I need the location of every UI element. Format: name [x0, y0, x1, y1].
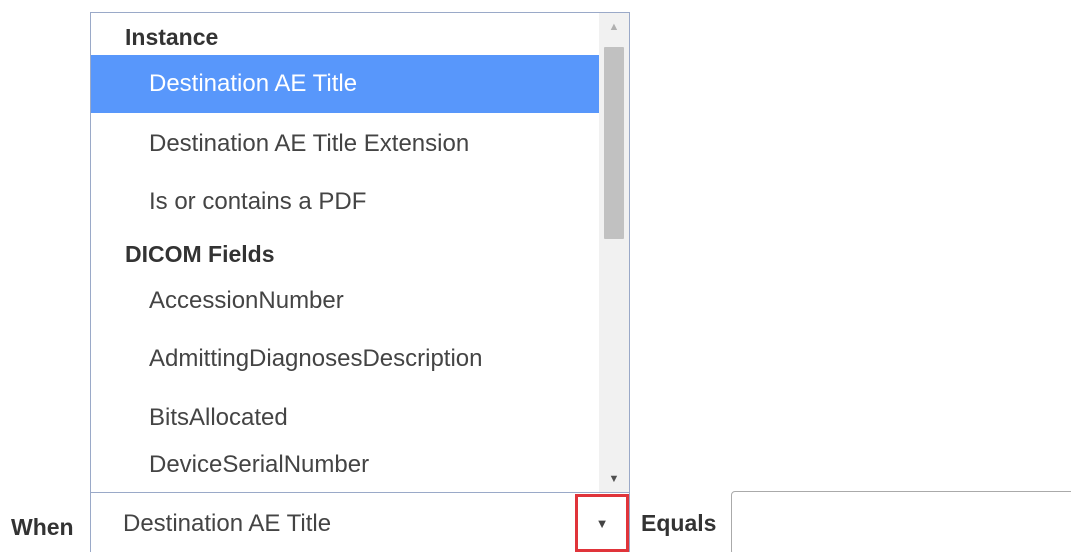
dropdown-scrollbar[interactable]: ▲ ▼: [599, 13, 629, 492]
field-select[interactable]: Destination AE Title: [90, 492, 630, 552]
option-destination-ae-title-extension[interactable]: Destination AE Title Extension: [91, 115, 600, 173]
field-select-value: Destination AE Title: [123, 510, 332, 537]
option-device-serial-number[interactable]: DeviceSerialNumber: [91, 436, 600, 492]
option-destination-ae-title[interactable]: Destination AE Title: [91, 55, 600, 113]
option-admitting-diagnoses-description[interactable]: AdmittingDiagnosesDescription: [91, 330, 600, 388]
option-accession-number[interactable]: AccessionNumber: [91, 272, 600, 330]
select-arrow-button[interactable]: ▼: [575, 494, 629, 552]
dropdown-options: Instance Destination AE Title Destinatio…: [91, 13, 600, 492]
group-label-dicom-fields: DICOM Fields: [125, 241, 275, 267]
equals-value-input[interactable]: [731, 491, 1071, 552]
when-label: When: [11, 514, 74, 540]
group-label-instance: Instance: [125, 24, 219, 50]
equals-label: Equals: [641, 510, 717, 536]
chevron-down-icon: ▼: [595, 515, 609, 531]
scroll-down-icon[interactable]: ▼: [599, 465, 629, 492]
option-is-or-contains-pdf[interactable]: Is or contains a PDF: [91, 173, 600, 231]
field-dropdown-list: Instance Destination AE Title Destinatio…: [90, 12, 630, 492]
scroll-up-icon[interactable]: ▲: [599, 13, 629, 41]
rule-editor: Instance Destination AE Title Destinatio…: [0, 0, 1071, 552]
scroll-thumb[interactable]: [604, 47, 624, 239]
